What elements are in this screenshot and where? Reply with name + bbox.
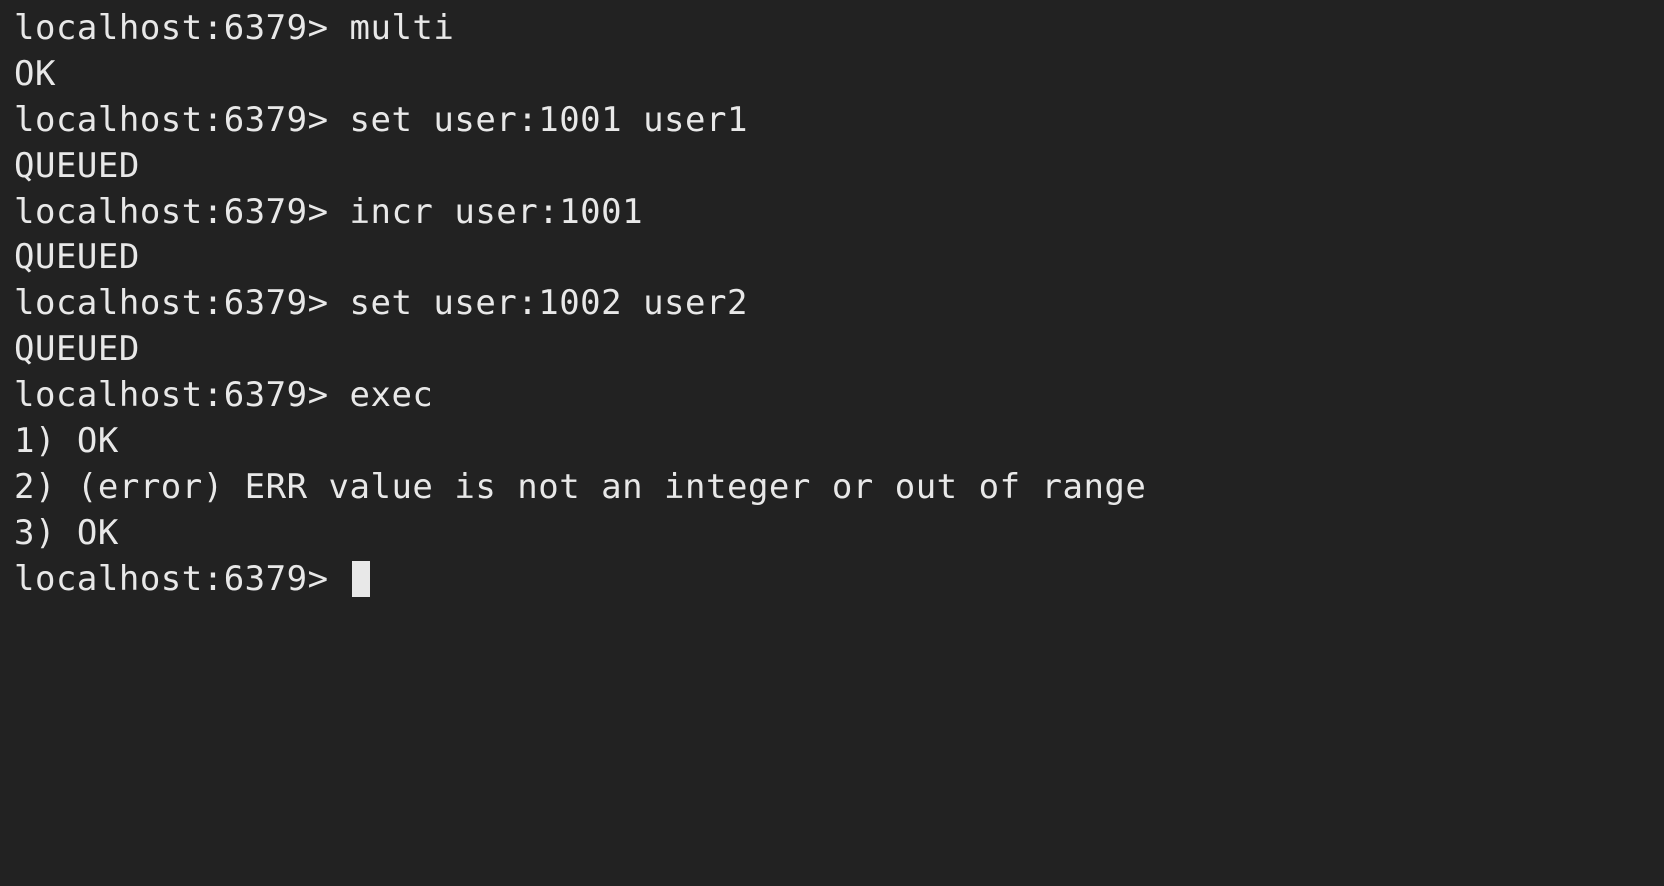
terminal-command: multi <box>350 6 455 52</box>
cursor-icon <box>352 561 370 597</box>
terminal-line: localhost:6379> incr user:1001 <box>14 190 1650 236</box>
terminal-prompt: localhost:6379> <box>14 373 350 419</box>
terminal-prompt: localhost:6379> <box>14 98 350 144</box>
terminal-output: 1) OK <box>14 419 1650 465</box>
terminal-line: localhost:6379> multi <box>14 6 1650 52</box>
terminal-command: exec <box>350 373 434 419</box>
terminal-command: set user:1001 user1 <box>350 98 748 144</box>
terminal-prompt: localhost:6379> <box>14 190 350 236</box>
terminal-output: QUEUED <box>14 235 1650 281</box>
terminal-output: 2) (error) ERR value is not an integer o… <box>14 465 1650 511</box>
terminal-prompt: localhost:6379> <box>14 6 350 52</box>
terminal-line: localhost:6379> set user:1001 user1 <box>14 98 1650 144</box>
terminal-output: 3) OK <box>14 511 1650 557</box>
terminal-command: incr user:1001 <box>350 190 644 236</box>
terminal-prompt: localhost:6379> <box>14 557 350 603</box>
terminal[interactable]: localhost:6379> multi OK localhost:6379>… <box>14 6 1650 603</box>
terminal-output: QUEUED <box>14 327 1650 373</box>
terminal-output: OK <box>14 52 1650 98</box>
terminal-output: QUEUED <box>14 144 1650 190</box>
terminal-input-line[interactable]: localhost:6379> <box>14 557 1650 603</box>
terminal-command: set user:1002 user2 <box>350 281 748 327</box>
terminal-line: localhost:6379> set user:1002 user2 <box>14 281 1650 327</box>
terminal-line: localhost:6379> exec <box>14 373 1650 419</box>
terminal-prompt: localhost:6379> <box>14 281 350 327</box>
